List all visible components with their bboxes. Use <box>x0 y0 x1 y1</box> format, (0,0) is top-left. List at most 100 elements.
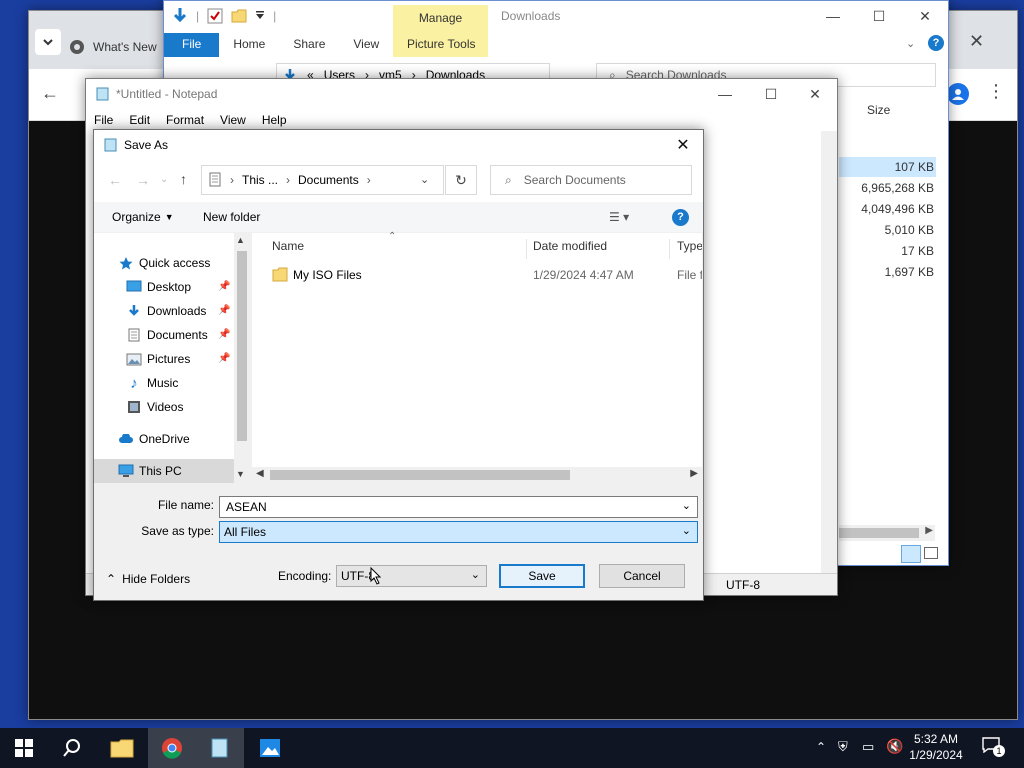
nav-downloads[interactable]: Downloads <box>126 299 206 323</box>
file-name-input[interactable]: ASEAN ⌄ <box>219 496 698 518</box>
column-header-name[interactable]: Name <box>272 239 527 259</box>
save-type-value: All Files <box>224 525 267 539</box>
chevron-down-icon[interactable]: ⌄ <box>682 499 691 512</box>
column-header-date[interactable]: Date modified <box>533 239 670 259</box>
view-options-icon[interactable]: ☰ ▾ <box>609 210 629 224</box>
ribbon-tab-share[interactable]: Share <box>279 33 339 57</box>
recent-dropdown-icon[interactable]: ⌄ <box>160 174 168 185</box>
chevron-down-icon[interactable]: ⌄ <box>682 524 691 537</box>
tray-network-icon[interactable]: ▭ <box>862 739 874 755</box>
ribbon-tab-file[interactable]: File <box>164 33 220 57</box>
dialog-help-icon[interactable]: ? <box>672 209 689 226</box>
download-arrow-icon[interactable] <box>172 7 188 25</box>
menu-format[interactable]: Format <box>158 111 212 131</box>
notepad-maximize-icon[interactable]: ☐ <box>748 79 794 109</box>
clock-date: 1/29/2024 <box>909 748 963 762</box>
tray-volume-muted-icon[interactable]: 🔇 <box>886 738 903 755</box>
path-dropdown-icon[interactable]: ⌄ <box>420 173 429 186</box>
nav-pictures[interactable]: Pictures <box>126 347 190 371</box>
file-row[interactable]: My ISO Files 1/29/2024 4:47 AM File fo <box>264 265 702 287</box>
nav-videos[interactable]: Videos <box>126 395 183 419</box>
explorer-minimize-icon[interactable]: — <box>810 1 856 31</box>
qat-dropdown-icon[interactable] <box>255 11 265 21</box>
forward-arrow-icon[interactable]: → <box>136 172 150 188</box>
explorer-hscroll[interactable]: ▶ <box>839 525 935 541</box>
organize-button[interactable]: Organize ▼ <box>112 210 174 224</box>
size-column-header[interactable]: Size <box>867 103 890 117</box>
scroll-thumb[interactable] <box>270 470 570 480</box>
nav-documents[interactable]: Documents <box>126 323 208 347</box>
nav-music[interactable]: ♪ Music <box>126 371 178 395</box>
encoding-select[interactable]: UTF-8 ⌄ <box>336 565 487 587</box>
nav-vscroll[interactable]: ▲ ▼ <box>234 233 250 483</box>
explorer-close-icon[interactable]: ✕ <box>902 1 948 31</box>
explorer-maximize-icon[interactable]: ☐ <box>856 1 902 31</box>
tray-clock[interactable]: 5:32 AM 1/29/2024 <box>904 731 968 763</box>
notepad-vscroll[interactable] <box>821 131 837 573</box>
save-as-close-icon[interactable]: ✕ <box>660 130 706 160</box>
nav-this-pc[interactable]: This PC <box>118 459 182 483</box>
properties-icon[interactable] <box>207 8 223 24</box>
taskbar-photos[interactable] <box>246 728 294 768</box>
cloud-icon <box>119 434 133 443</box>
nav-quick-access[interactable]: Quick access <box>118 251 210 275</box>
column-header-type[interactable]: Type <box>677 239 702 253</box>
chevron-down-icon[interactable]: ⌄ <box>471 568 480 581</box>
scroll-left-icon[interactable]: ◀ <box>256 468 264 479</box>
hide-folders-button[interactable]: ⌃ Hide Folders <box>106 572 190 586</box>
taskbar-notepad[interactable] <box>196 728 244 768</box>
scroll-right-icon[interactable]: ▶ <box>925 525 933 536</box>
save-button[interactable]: Save <box>499 564 585 588</box>
scroll-thumb[interactable] <box>839 528 919 538</box>
ribbon-expand-icon[interactable]: ⌄ <box>906 37 915 50</box>
mouse-cursor-icon <box>370 567 382 585</box>
chrome-close-icon[interactable]: ✕ <box>969 31 984 52</box>
dialog-search-input[interactable]: ⌕ Search Documents <box>490 165 692 195</box>
large-icons-view-icon[interactable] <box>924 547 938 559</box>
file-name-label: File name: <box>157 498 214 512</box>
menu-view[interactable]: View <box>212 111 254 131</box>
new-folder-button[interactable]: New folder <box>203 210 260 224</box>
notepad-minimize-icon[interactable]: — <box>702 79 748 109</box>
back-arrow-icon[interactable]: ← <box>41 83 59 104</box>
taskbar-search-button[interactable] <box>48 728 96 768</box>
scroll-down-icon[interactable]: ▼ <box>236 469 245 479</box>
new-folder-icon[interactable] <box>231 8 247 24</box>
notification-center-button[interactable]: 1 <box>982 737 1005 757</box>
menu-help[interactable]: Help <box>254 111 295 131</box>
ribbon-tab-view[interactable]: View <box>339 33 393 57</box>
notepad-close-icon[interactable]: ✕ <box>792 79 838 109</box>
scroll-right-icon[interactable]: ▶ <box>690 468 698 479</box>
taskbar-file-explorer[interactable] <box>98 728 146 768</box>
chrome-tab[interactable]: What's New <box>69 25 169 69</box>
tray-security-icon[interactable]: ⛨ <box>838 739 848 755</box>
pin-icon: 📌 <box>218 353 231 364</box>
profile-avatar[interactable] <box>947 83 969 105</box>
dialog-path[interactable]: › This ... › Documents › <box>201 165 444 195</box>
menu-edit[interactable]: Edit <box>121 111 158 131</box>
path-documents[interactable]: Documents <box>298 173 359 187</box>
back-arrow-icon[interactable]: ← <box>108 172 122 188</box>
file-list-hscroll[interactable]: ◀ ▶ <box>252 467 702 483</box>
details-view-icon[interactable] <box>901 545 921 563</box>
tab-search-button[interactable] <box>35 29 61 55</box>
taskbar-chrome[interactable] <box>148 728 196 768</box>
menu-file[interactable]: File <box>86 111 121 131</box>
notepad-title: *Untitled - Notepad <box>116 87 218 101</box>
up-arrow-icon[interactable]: ↑ <box>180 171 187 187</box>
scroll-thumb[interactable] <box>237 251 247 441</box>
path-this-pc[interactable]: This ... <box>242 173 278 187</box>
start-button[interactable] <box>0 728 48 768</box>
chrome-menu-icon[interactable]: ⋮ <box>987 81 1005 102</box>
explorer-help-icon[interactable]: ? <box>928 35 944 51</box>
tray-expand-icon[interactable]: ⌃ <box>816 740 826 754</box>
refresh-icon[interactable]: ↻ <box>445 165 477 195</box>
ribbon-tab-picture-tools[interactable]: Picture Tools <box>407 37 475 51</box>
nav-desktop[interactable]: Desktop <box>126 275 191 299</box>
scroll-up-icon[interactable]: ▲ <box>236 235 245 245</box>
save-type-select[interactable]: All Files ⌄ <box>219 521 698 543</box>
notepad-encoding-status: UTF-8 <box>726 578 760 592</box>
cancel-button[interactable]: Cancel <box>599 564 685 588</box>
ribbon-tab-home[interactable]: Home <box>219 33 279 57</box>
nav-onedrive[interactable]: OneDrive <box>118 427 190 451</box>
